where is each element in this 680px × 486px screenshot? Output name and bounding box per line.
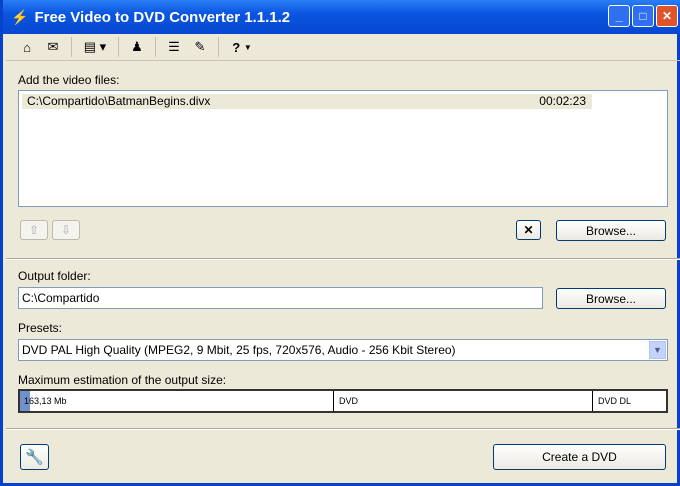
app-icon: ⚡	[11, 8, 29, 25]
divider	[6, 258, 680, 260]
divider	[118, 37, 119, 57]
browse-output-button[interactable]: Browse...	[556, 288, 666, 309]
divider	[71, 37, 72, 57]
toolbar: ⌂ ✉ ▤ ▾ ♟ ☰ ✎ ? ▼	[6, 34, 680, 61]
maximize-button[interactable]: □	[632, 5, 654, 27]
help-menu-button[interactable]: ? ▼	[224, 36, 260, 58]
x-icon: ✕	[523, 223, 534, 237]
list-item[interactable]: C:\Compartido\BatmanBegins.divx 00:02:23	[22, 94, 592, 109]
presets-select[interactable]: DVD PAL High Quality (MPEG2, 9 Mbit, 25 …	[18, 339, 668, 361]
divider	[6, 428, 680, 430]
main-window: ⚡ Free Video to DVD Converter 1.1.1.2 _ …	[0, 0, 680, 486]
file-duration: 00:02:23	[539, 94, 586, 108]
home-icon[interactable]: ⌂	[14, 36, 40, 58]
files-label: Add the video files:	[18, 73, 120, 87]
estimate-label: Maximum estimation of the output size:	[18, 373, 227, 387]
presets-value: DVD PAL High Quality (MPEG2, 9 Mbit, 25 …	[22, 343, 456, 357]
output-folder-input[interactable]: C:\Compartido	[18, 287, 543, 309]
presets-label: Presets:	[18, 321, 63, 335]
file-list[interactable]: C:\Compartido\BatmanBegins.divx 00:02:23	[18, 90, 668, 207]
size-estimate-bar: 163,13 Mb DVD DVD DL	[18, 389, 668, 413]
window-menu-icon[interactable]: ▤ ▾	[77, 36, 113, 58]
tools-icon: 🔧	[25, 449, 44, 466]
divider	[218, 37, 219, 57]
remove-file-button[interactable]: ✕	[516, 220, 541, 240]
browse-files-button[interactable]: Browse...	[556, 220, 666, 241]
size-value: 163,13 Mb	[24, 396, 67, 406]
user-icon[interactable]: ♟	[124, 36, 150, 58]
title-bar: ⚡ Free Video to DVD Converter 1.1.1.2 _ …	[3, 0, 680, 34]
move-down-button[interactable]: ⇩	[52, 220, 80, 240]
dvd-dl-marker: DVD DL	[592, 391, 631, 411]
help-icon: ?	[232, 39, 241, 55]
list-icon[interactable]: ☰	[161, 36, 187, 58]
file-path: C:\Compartido\BatmanBegins.divx	[27, 94, 211, 108]
divider	[155, 37, 156, 57]
settings-button[interactable]: 🔧	[20, 444, 49, 470]
pencil-icon[interactable]: ✎	[187, 36, 213, 58]
chevron-down-icon[interactable]: ▼	[649, 341, 666, 359]
create-dvd-button[interactable]: Create a DVD	[493, 444, 666, 470]
mail-icon[interactable]: ✉	[40, 36, 66, 58]
dvd-marker: DVD	[333, 391, 358, 411]
close-button[interactable]: ✕	[656, 5, 678, 27]
minimize-button[interactable]: _	[608, 5, 630, 27]
window-title: Free Video to DVD Converter 1.1.1.2	[34, 8, 291, 26]
move-up-button[interactable]: ⇧	[20, 220, 48, 240]
output-label: Output folder:	[18, 269, 91, 283]
